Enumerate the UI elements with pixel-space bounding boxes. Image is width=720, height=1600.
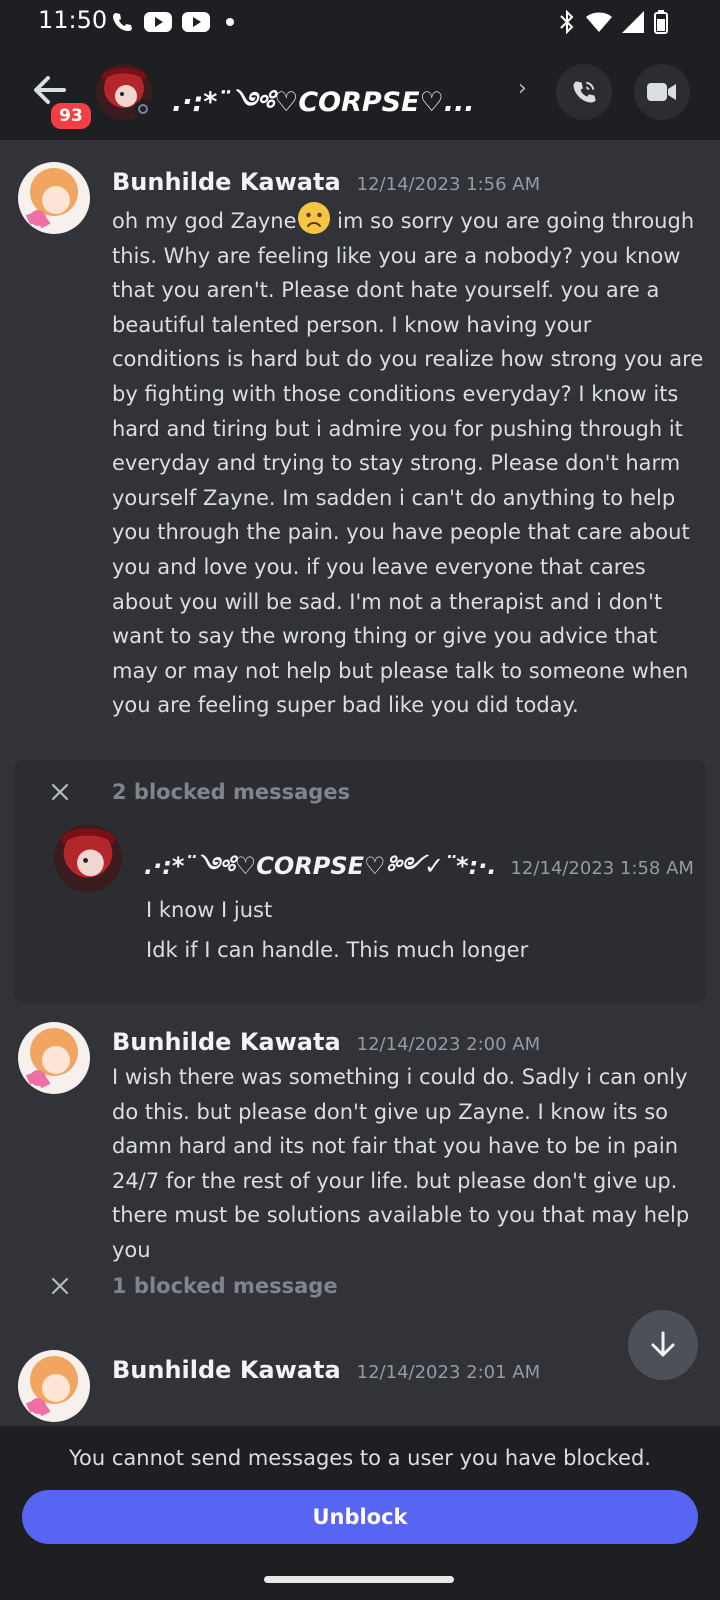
phone-call-icon (573, 81, 596, 103)
wifi-icon (586, 12, 612, 32)
message-text: Idk if I can handle. This much longer (146, 938, 529, 962)
author-name[interactable]: .·:*¨༺♡CORPSE♡༻✓¨*:·. (144, 840, 496, 907)
message-timestamp: 12/14/2023 1:58 AM (510, 858, 694, 879)
message-header: Bunhilde Kawata 12/14/2023 2:00 AM (112, 1028, 540, 1056)
status-indicator (134, 100, 152, 118)
message-text-part: oh my god Zayne (112, 209, 297, 233)
message-header: Bunhilde Kawata 12/14/2023 2:01 AM (112, 1356, 540, 1384)
unread-badge: 93 (48, 100, 94, 132)
user-avatar-icon (18, 1350, 90, 1422)
jump-to-present-button[interactable] (628, 1310, 698, 1380)
blocked-messages-label: 1 blocked message (112, 1274, 338, 1298)
frowning-face-icon (297, 202, 330, 234)
voice-call-button[interactable] (556, 64, 612, 120)
author-name[interactable]: Bunhilde Kawata (112, 1356, 341, 1384)
close-icon[interactable] (48, 780, 72, 804)
status-bar: 11:50 (0, 0, 720, 44)
avatar[interactable] (54, 824, 122, 892)
more-notifications-dot-icon (226, 18, 234, 26)
message-timestamp: 12/14/2023 2:00 AM (356, 1034, 541, 1055)
unblock-button[interactable]: Unblock (22, 1490, 698, 1544)
home-gesture-bar[interactable] (264, 1576, 454, 1583)
blocked-messages-toggle[interactable]: 1 blocked message (48, 1274, 338, 1298)
notification-icons (110, 10, 240, 34)
arrow-down-icon (651, 1331, 675, 1357)
message-text: I know I just (146, 898, 273, 922)
avatar[interactable] (18, 1022, 90, 1094)
video-call-button[interactable] (634, 64, 690, 120)
message-text: oh my god Zayne im so sorry you are goin… (112, 201, 704, 723)
message-timestamp: 12/14/2023 2:01 AM (356, 1362, 541, 1383)
blocked-notice-text: You cannot send messages to a user you h… (69, 1446, 651, 1470)
blocked-messages-toggle[interactable]: 2 blocked messages (48, 780, 350, 804)
user-avatar-icon (18, 162, 90, 234)
youtube-icon-2 (182, 12, 210, 32)
system-nav-bar (0, 1558, 720, 1600)
avatar[interactable] (18, 162, 90, 234)
message-timestamp: 12/14/2023 1:56 AM (356, 174, 541, 195)
message-list[interactable]: Bunhilde Kawata 12/14/2023 1:56 AM oh my… (0, 140, 720, 1426)
dm-header: 93 .·:*¨༺♡CORPSE♡... › (0, 44, 720, 140)
author-name[interactable]: Bunhilde Kawata (112, 1028, 341, 1056)
message-header: Bunhilde Kawata 12/14/2023 1:56 AM (112, 168, 540, 196)
channel-name[interactable]: .·:*¨༺♡CORPSE♡... (172, 72, 492, 148)
bluetooth-icon (560, 10, 574, 34)
message-text-part: im so sorry you are going through this. … (112, 209, 704, 718)
status-time: 11:50 (38, 6, 108, 34)
close-icon[interactable] (48, 1274, 72, 1298)
cell-signal-icon (622, 11, 644, 33)
blocked-messages-group: 2 blocked messages .·:*¨༺♡CORPSE♡༻✓¨*:·.… (14, 760, 706, 1004)
blocked-user-notice: You cannot send messages to a user you h… (0, 1426, 720, 1558)
blocked-messages-label: 2 blocked messages (112, 780, 351, 804)
chevron-right-icon[interactable]: › (518, 76, 527, 101)
message-header: .·:*¨༺♡CORPSE♡༻✓¨*:·. 12/14/2023 1:58 AM (144, 840, 694, 907)
battery-icon (654, 10, 668, 34)
phone-icon (113, 13, 132, 31)
user-avatar-icon (54, 824, 122, 892)
author-name[interactable]: Bunhilde Kawata (112, 168, 341, 196)
user-avatar-icon (18, 1022, 90, 1094)
message-text: I wish there was something i could do. S… (112, 1065, 690, 1262)
video-camera-icon (647, 83, 676, 101)
youtube-icon (144, 12, 172, 32)
avatar[interactable] (18, 1350, 90, 1422)
system-icons (558, 10, 668, 34)
